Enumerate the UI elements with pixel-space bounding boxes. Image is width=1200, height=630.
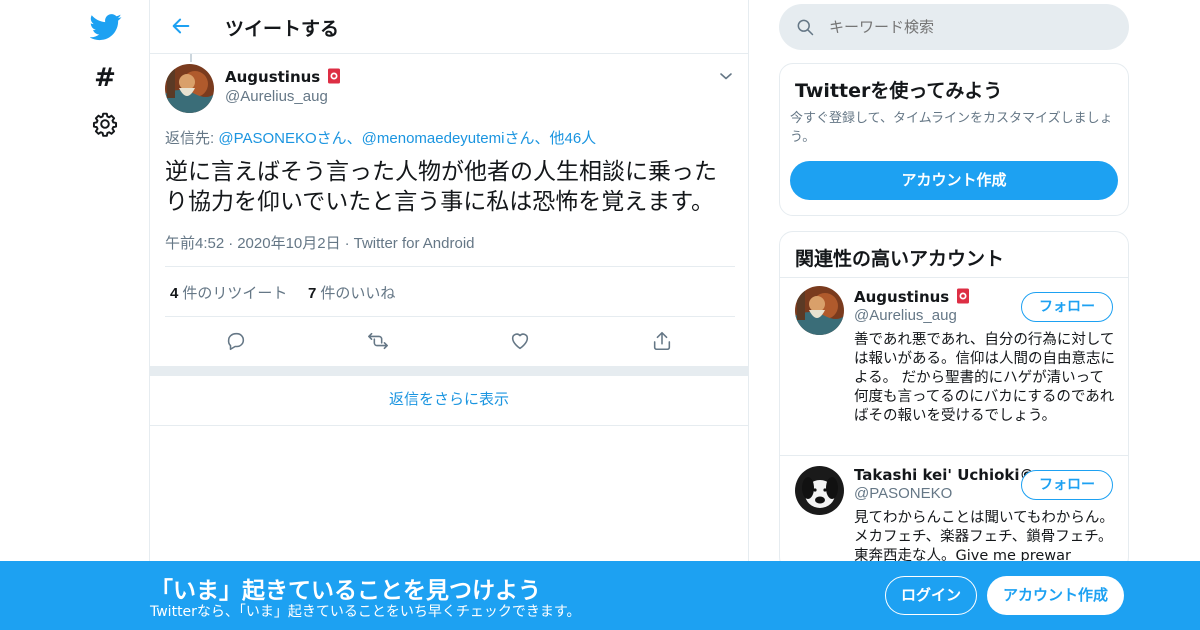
like-label: 件のいいね <box>320 285 396 302</box>
related-accounts-card: 関連性の高いアカウント Augustinus @Aurelius_aug フォロ… <box>779 231 1129 571</box>
tweet-text: 逆に言えばそう言った人物が他者の人生相談に乗ったり協力を仰いでいたと言う事に私は… <box>165 159 717 215</box>
meta-separator: · <box>228 235 234 252</box>
create-account-button[interactable]: アカウント作成 <box>790 161 1118 200</box>
retweet-stat[interactable]: 4 件のリツイート <box>170 282 287 303</box>
avatar[interactable] <box>795 286 844 335</box>
meta-separator: · <box>344 235 350 252</box>
tweet-date[interactable]: 2020年10月2日 <box>237 235 340 252</box>
related-account-name[interactable]: Augustinus <box>854 288 970 306</box>
related-account-bio: 善であれ悪であれ、自分の行為に対しては報いがある。信仰は人間の自由意志による。 … <box>854 332 1115 424</box>
reply-others-link[interactable]: 他46人 <box>549 130 596 147</box>
reply-to-label: 返信先: <box>165 130 219 147</box>
related-account-name[interactable]: Takashi kei' Uchioki© <box>854 466 1035 484</box>
search-icon <box>797 19 814 36</box>
follow-button[interactable]: フォロー <box>1021 292 1113 322</box>
twitter-bird-icon[interactable] <box>90 11 122 43</box>
signup-card-title: Twitterを使ってみよう <box>795 80 1003 102</box>
related-account-handle[interactable]: @PASONEKO <box>854 485 952 502</box>
divider <box>780 277 1128 278</box>
main-column: ツイートする Augustinus @Aurelius_aug 返信先: @PA… <box>149 0 749 630</box>
retweet-count: 4 <box>170 285 179 302</box>
reply-icon[interactable] <box>225 330 247 352</box>
related-account-name-text: Augustinus <box>854 288 950 306</box>
author-name-text: Augustinus <box>225 68 321 86</box>
banner-title: 「いま」起きていることを見つけよう <box>150 578 541 604</box>
red-card-emoji-icon <box>328 68 341 84</box>
left-nav: # <box>0 0 150 630</box>
like-stat[interactable]: 7 件のいいね <box>308 282 395 303</box>
tweet-stats: 4 件のリツイート 7 件のいいね <box>165 266 735 317</box>
login-button[interactable]: ログイン <box>885 576 977 615</box>
heart-icon[interactable] <box>509 330 531 352</box>
tweet-time[interactable]: 午前4:52 <box>165 235 224 252</box>
like-count: 7 <box>308 285 317 302</box>
tweet-actions <box>165 317 735 365</box>
section-divider <box>150 366 748 376</box>
related-account-bio: 見てわからんことは聞いてもわからん。メカフェチ、楽器フェチ、鎖骨フェチ。東奔西走… <box>854 510 1114 564</box>
search-input[interactable] <box>829 4 1119 50</box>
gear-icon[interactable] <box>92 111 118 137</box>
show-more-replies-link[interactable]: 返信をさらに表示 <box>150 376 748 426</box>
page-title: ツイートする <box>225 18 340 40</box>
thread-connector <box>190 54 192 62</box>
signup-card-description: 今すぐ登録して、タイムラインをカスタマイズしましょう。 <box>790 111 1113 145</box>
avatar[interactable] <box>165 64 214 113</box>
retweet-label: 件のリツイート <box>182 285 288 302</box>
reply-san-text: さん、 <box>504 130 550 147</box>
author-handle[interactable]: @Aurelius_aug <box>225 88 328 105</box>
page-header: ツイートする <box>150 0 748 54</box>
tweet-source: Twitter for Android <box>353 235 475 252</box>
create-account-button[interactable]: アカウント作成 <box>987 576 1124 615</box>
reply-user-link[interactable]: @menomaedeyutemi <box>362 130 505 147</box>
signup-card: Twitterを使ってみよう 今すぐ登録して、タイムラインをカスタマイズしましょ… <box>779 63 1129 216</box>
reply-san-text: さん、 <box>316 130 362 147</box>
signup-banner: 「いま」起きていることを見つけよう Twitterなら、「いま」起きていることを… <box>0 561 1200 630</box>
author-name[interactable]: Augustinus <box>225 68 341 86</box>
red-card-emoji-icon <box>957 288 970 304</box>
reply-user-link[interactable]: @PASONEKO <box>218 130 316 147</box>
arrow-left-icon[interactable] <box>170 15 192 37</box>
hashtag-icon[interactable]: # <box>91 63 119 93</box>
avatar[interactable] <box>795 466 844 515</box>
follow-button[interactable]: フォロー <box>1021 470 1113 500</box>
divider <box>780 455 1128 456</box>
tweet-meta: 午前4:52 · 2020年10月2日 · Twitter for Android <box>165 232 475 253</box>
chevron-down-icon[interactable] <box>718 68 734 84</box>
share-icon[interactable] <box>651 330 673 352</box>
retweet-icon[interactable] <box>367 330 389 352</box>
banner-subtitle: Twitterなら、「いま」起きていることをいち早くチェックできます。 <box>150 604 581 620</box>
related-account-handle[interactable]: @Aurelius_aug <box>854 307 957 324</box>
search-box[interactable] <box>779 4 1129 50</box>
related-card-title: 関連性の高いアカウント <box>795 248 1005 270</box>
reply-to-line: 返信先: @PASONEKOさん、@menomaedeyutemiさん、他46人 <box>165 127 596 148</box>
